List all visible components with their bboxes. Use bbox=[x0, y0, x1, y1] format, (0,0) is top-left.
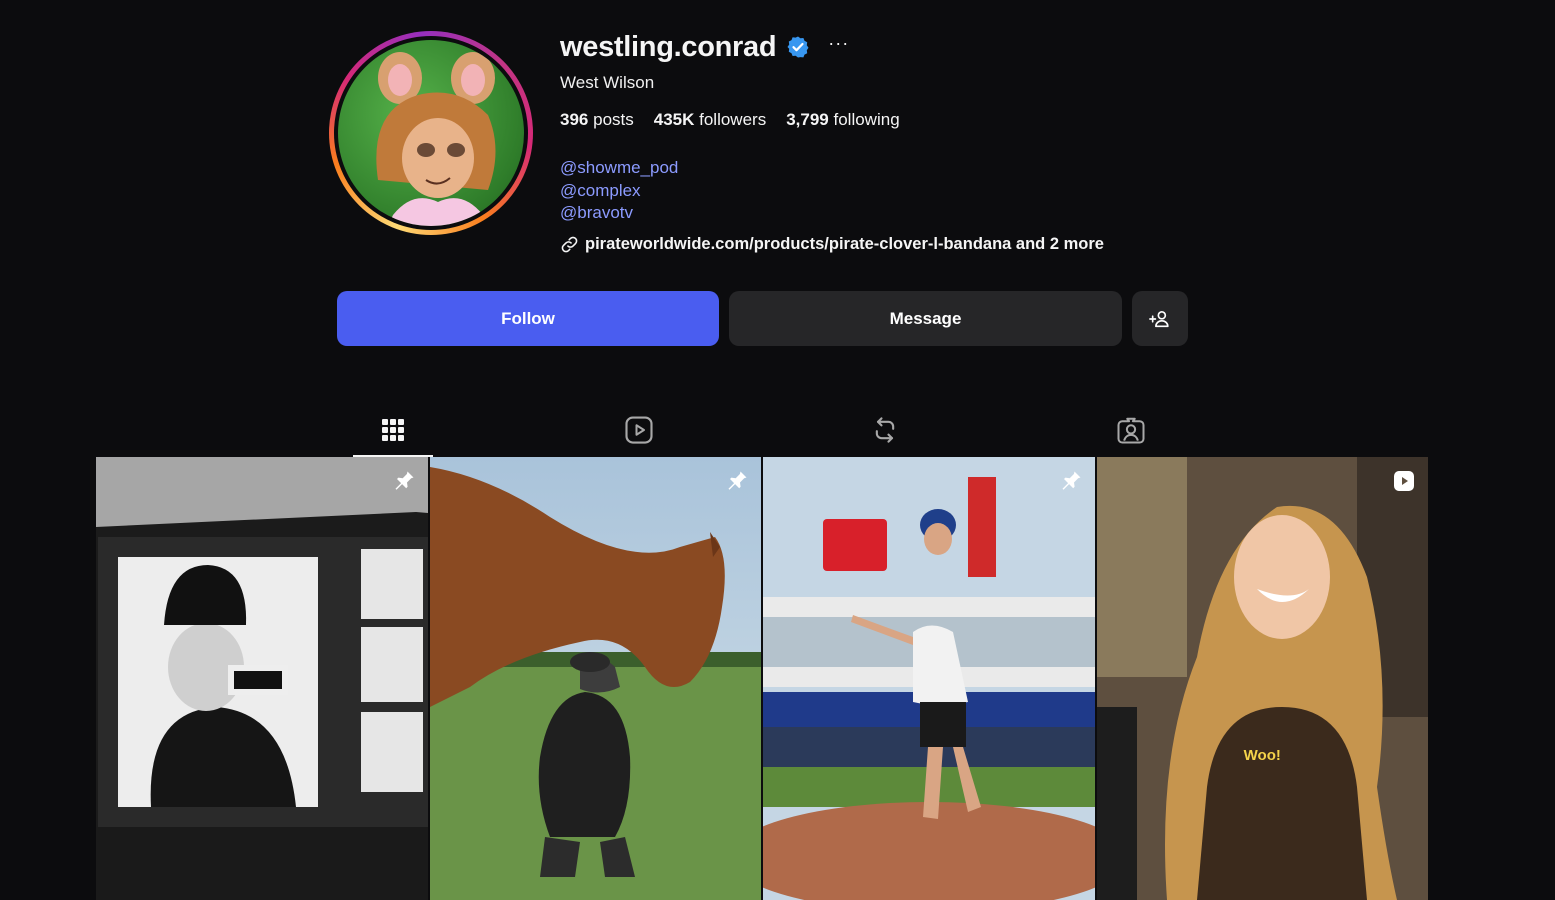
avatar-story-ring[interactable] bbox=[329, 31, 533, 235]
mention-link[interactable]: @showme_pod bbox=[560, 157, 678, 180]
post-image bbox=[429, 457, 761, 900]
bio-mentions: @showme_pod @complex @bravotv bbox=[560, 157, 678, 225]
username-row: westling.conrad ··· bbox=[560, 30, 849, 64]
followers-count: 435K bbox=[653, 110, 695, 129]
verified-badge-icon bbox=[787, 36, 809, 58]
profile-tabs bbox=[270, 405, 1255, 457]
add-person-icon bbox=[1149, 310, 1169, 327]
following-stat[interactable]: 3,799 following bbox=[786, 110, 899, 130]
post-tile[interactable] bbox=[763, 457, 1095, 900]
posts-grid: Woo! bbox=[96, 457, 1428, 900]
pin-icon bbox=[395, 471, 413, 490]
posts-count: 396 bbox=[560, 110, 589, 129]
username: westling.conrad bbox=[560, 30, 777, 63]
link-icon bbox=[561, 236, 578, 253]
reel-icon bbox=[1394, 471, 1414, 491]
reels-icon bbox=[625, 416, 653, 444]
profile-stats: 396 posts 435K followers 3,799 following bbox=[560, 110, 900, 130]
post-caption: Woo! bbox=[1243, 747, 1281, 764]
following-count: 3,799 bbox=[786, 110, 829, 129]
post-image bbox=[763, 457, 1095, 900]
grid-icon bbox=[382, 419, 404, 441]
posts-label: posts bbox=[593, 110, 634, 129]
avatar[interactable] bbox=[338, 40, 524, 226]
full-name: West Wilson bbox=[560, 73, 655, 92]
avatar-image bbox=[376, 52, 496, 226]
followers-label: followers bbox=[699, 110, 767, 129]
external-link[interactable]: pirateworldwide.com/products/pirate-clov… bbox=[560, 235, 1104, 254]
posts-stat: 396 posts bbox=[560, 110, 634, 130]
profile-header: westling.conrad ··· West Wilson 396 post… bbox=[560, 30, 1104, 254]
repost-icon bbox=[875, 417, 895, 443]
tab-tagged[interactable] bbox=[1091, 405, 1171, 455]
mention-link[interactable]: @bravotv bbox=[560, 202, 678, 225]
post-image bbox=[96, 457, 428, 900]
external-link-text: pirateworldwide.com/products/pirate-clov… bbox=[585, 235, 1104, 253]
suggested-users-button[interactable] bbox=[1132, 291, 1188, 346]
post-tile[interactable]: Woo! bbox=[1096, 457, 1428, 900]
tagged-icon bbox=[1117, 417, 1145, 444]
pin-icon bbox=[1062, 471, 1080, 490]
follow-button[interactable]: Follow bbox=[337, 291, 719, 346]
post-image bbox=[1096, 457, 1428, 900]
post-tile[interactable] bbox=[96, 457, 428, 900]
tab-reels[interactable] bbox=[599, 405, 679, 455]
pin-icon bbox=[728, 471, 747, 490]
avatar-ring-gap bbox=[334, 36, 528, 230]
following-label: following bbox=[833, 110, 900, 129]
message-button[interactable]: Message bbox=[729, 291, 1122, 346]
more-options-icon[interactable]: ··· bbox=[828, 34, 849, 56]
mention-link[interactable]: @complex bbox=[560, 180, 678, 203]
post-tile[interactable] bbox=[429, 457, 761, 900]
tab-reposts[interactable] bbox=[845, 405, 925, 455]
tab-posts[interactable] bbox=[353, 405, 433, 457]
followers-stat[interactable]: 435K followers bbox=[654, 110, 766, 130]
